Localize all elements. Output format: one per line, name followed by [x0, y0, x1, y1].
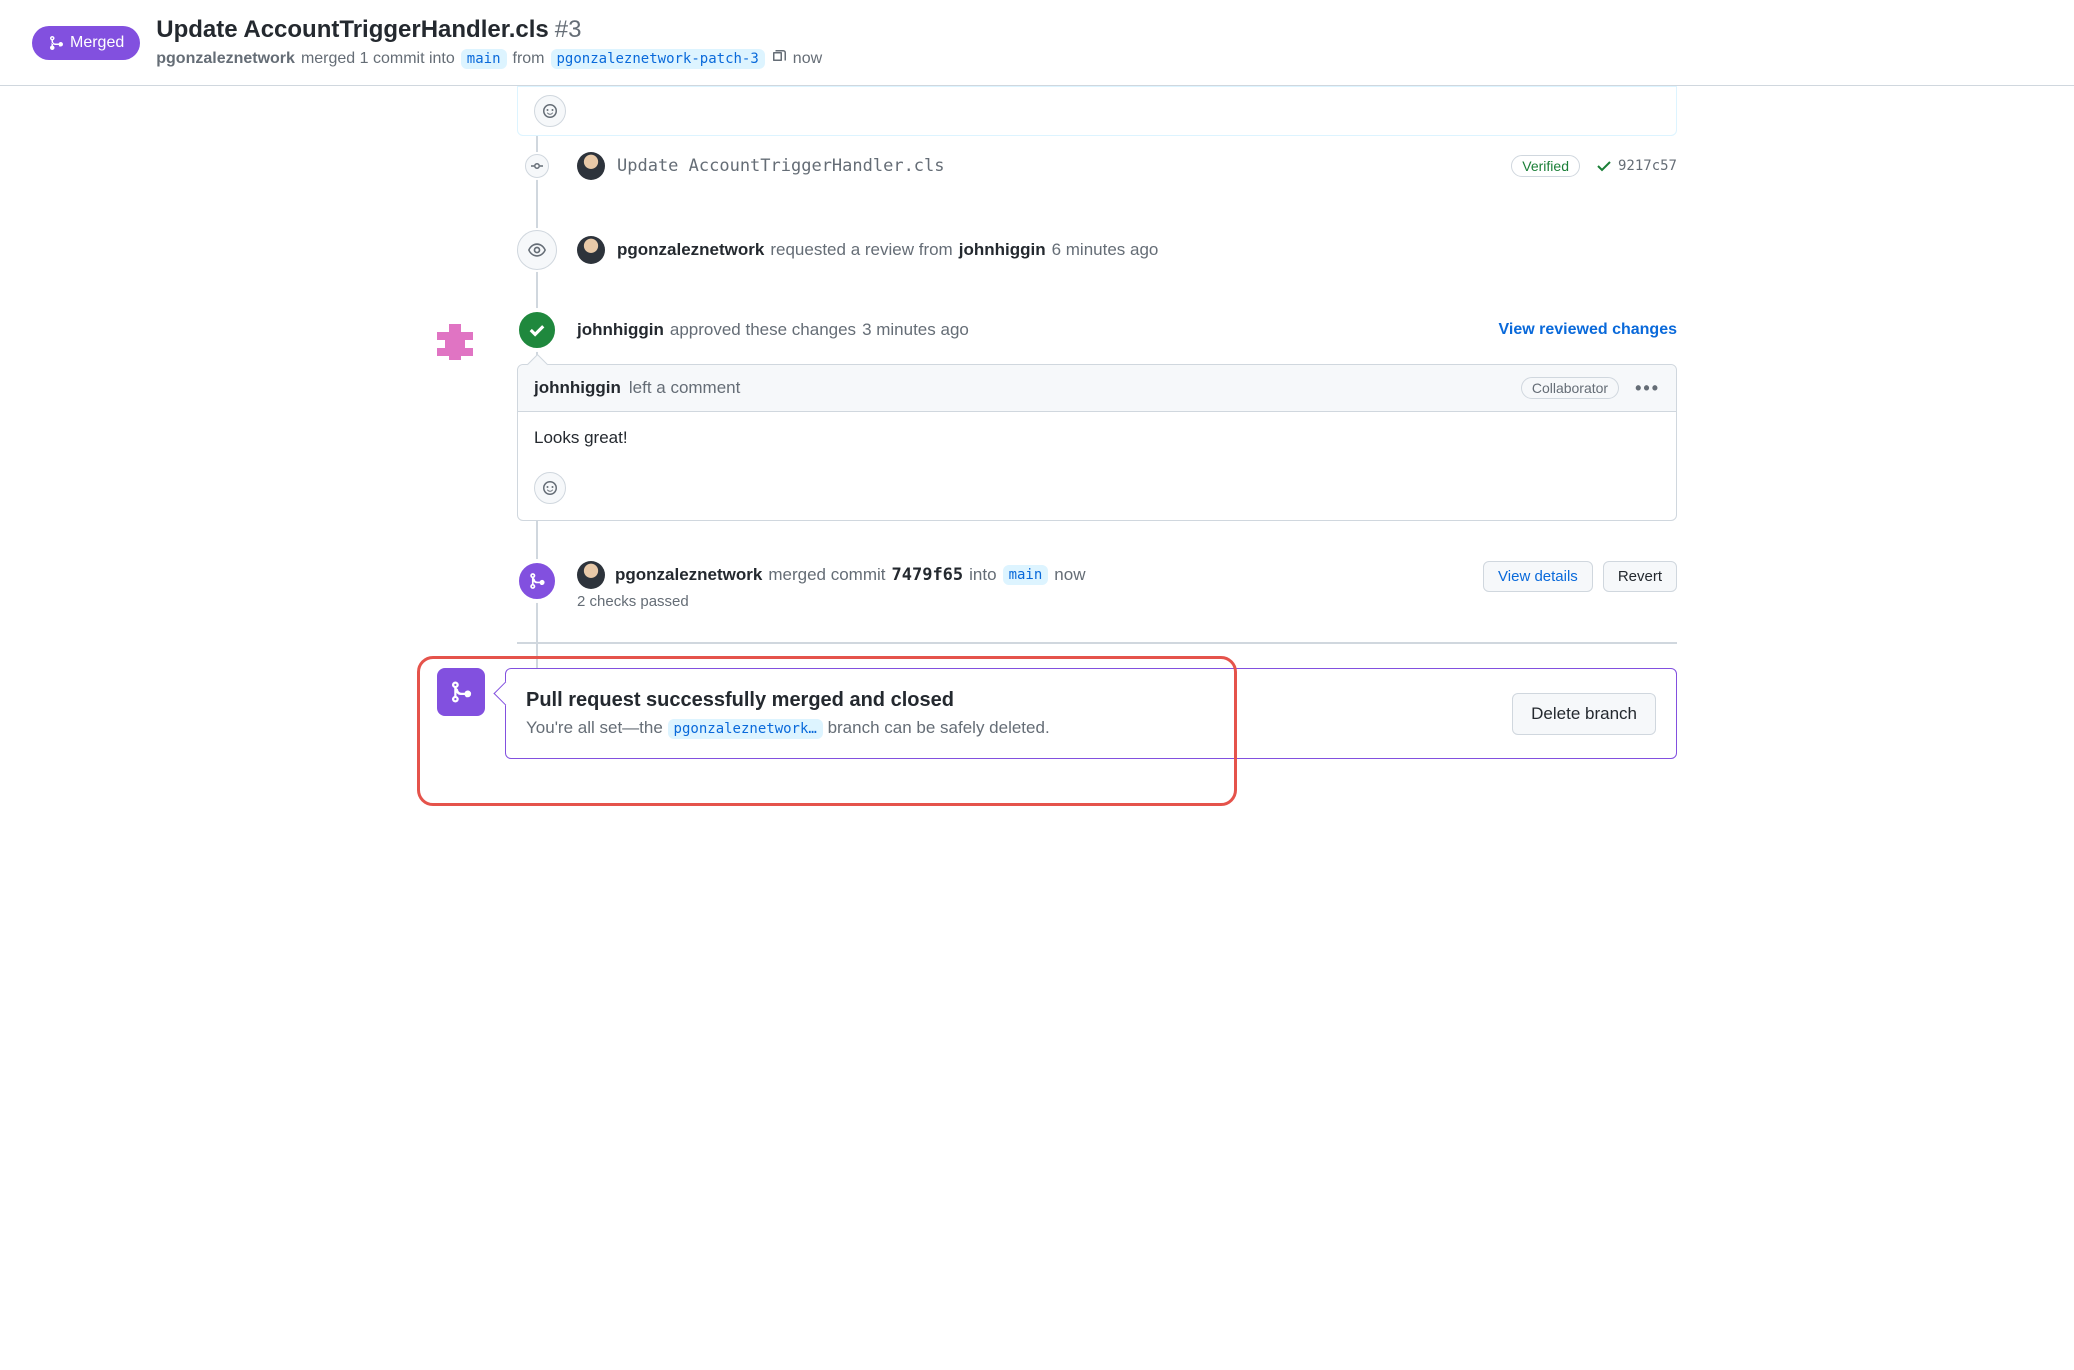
smiley-icon — [542, 103, 558, 119]
pr-title-text[interactable]: Update AccountTriggerHandler.cls — [156, 16, 549, 44]
merge-icon — [449, 680, 473, 704]
add-reaction-button[interactable] — [534, 472, 566, 504]
timeline-merge-event: pgonzaleznetwork merged commit 7479f65 i… — [517, 521, 1677, 626]
merge-sha[interactable]: 7479f65 — [892, 565, 964, 585]
add-reaction-button[interactable] — [534, 95, 566, 127]
collaborator-badge: Collaborator — [1521, 377, 1619, 399]
pr-timeline: Update AccountTriggerHandler.cls Verifie… — [517, 86, 1677, 759]
approval-time: 3 minutes ago — [862, 320, 969, 340]
reviewer-avatar[interactable] — [429, 316, 481, 368]
avatar[interactable] — [577, 236, 605, 264]
merge-icon — [528, 572, 546, 590]
header-text: Update AccountTriggerHandler.cls #3 pgon… — [156, 16, 822, 69]
commit-dot-icon — [525, 154, 549, 178]
success-branch: pgonzaleznetwork… — [668, 719, 823, 739]
timeline-review-request: pgonzaleznetwork requested a review from… — [517, 196, 1677, 304]
kebab-icon[interactable]: ••• — [1635, 378, 1660, 399]
commit-sha-text: 9217c57 — [1618, 158, 1677, 174]
merge-actor[interactable]: pgonzaleznetwork — [615, 565, 762, 585]
merge-badge — [517, 561, 557, 601]
success-banner-wrap: Pull request successfully merged and clo… — [437, 668, 1677, 759]
comment-card: johnhiggin left a comment Collaborator •… — [517, 364, 1677, 521]
approval-text: approved these changes — [670, 320, 856, 340]
merged-commit-text: merged 1 commit into — [301, 50, 455, 68]
delete-branch-button[interactable]: Delete branch — [1512, 693, 1656, 735]
reaction-box-top — [517, 86, 1677, 136]
eye-badge — [517, 230, 557, 270]
merge-branch[interactable]: main — [1003, 565, 1049, 585]
commit-message[interactable]: Update AccountTriggerHandler.cls — [617, 156, 945, 176]
avatar[interactable] — [577, 152, 605, 180]
check-badge — [517, 310, 557, 350]
success-title: Pull request successfully merged and clo… — [526, 689, 1050, 712]
view-details-button[interactable]: View details — [1483, 561, 1593, 592]
review-request-reviewer[interactable]: johnhiggin — [959, 240, 1046, 260]
timeline-divider — [517, 642, 1677, 644]
revert-button[interactable]: Revert — [1603, 561, 1677, 592]
review-request-time: 6 minutes ago — [1052, 240, 1159, 260]
timeline-commit: Update AccountTriggerHandler.cls Verifie… — [517, 136, 1677, 196]
success-banner: Pull request successfully merged and clo… — [505, 668, 1677, 759]
success-icon-badge — [437, 668, 485, 716]
base-branch[interactable]: main — [461, 49, 507, 69]
comment-author[interactable]: johnhiggin — [534, 378, 621, 398]
review-request-actor[interactable]: pgonzaleznetwork — [617, 240, 764, 260]
commit-sha[interactable]: 9217c57 — [1596, 158, 1677, 174]
merge-time: now — [1054, 565, 1085, 585]
verified-badge[interactable]: Verified — [1511, 155, 1580, 177]
review-request-text: requested a review from — [770, 240, 952, 260]
comment-action: left a comment — [629, 378, 741, 398]
copy-icon[interactable] — [771, 48, 787, 69]
comment-body: Looks great! — [518, 412, 1676, 464]
pr-header: Merged Update AccountTriggerHandler.cls … — [0, 0, 2074, 86]
merged-badge: Merged — [32, 26, 140, 60]
timeline-approval: johnhiggin approved these changes 3 minu… — [517, 304, 1677, 356]
avatar[interactable] — [577, 561, 605, 589]
from-text: from — [513, 50, 545, 68]
merged-badge-label: Merged — [70, 34, 124, 52]
approval-actor[interactable]: johnhiggin — [577, 320, 664, 340]
checks-passed[interactable]: 2 checks passed — [577, 593, 1085, 610]
merge-into: into — [969, 565, 996, 585]
pr-number: #3 — [555, 16, 582, 44]
merge-icon — [48, 35, 64, 51]
merge-text: merged commit — [768, 565, 885, 585]
pr-time: now — [793, 50, 822, 68]
head-branch[interactable]: pgonzaleznetwork-patch-3 — [551, 49, 765, 69]
comment-header: johnhiggin left a comment Collaborator •… — [518, 365, 1676, 412]
pr-title: Update AccountTriggerHandler.cls #3 — [156, 16, 822, 44]
smiley-icon — [542, 480, 558, 496]
success-description: You're all set—the pgonzaleznetwork… bra… — [526, 718, 1050, 738]
pr-subtitle: pgonzaleznetwork merged 1 commit into ma… — [156, 48, 822, 69]
check-icon — [527, 320, 547, 340]
eye-icon — [528, 241, 546, 259]
pr-author[interactable]: pgonzaleznetwork — [156, 50, 295, 68]
view-reviewed-changes-link[interactable]: View reviewed changes — [1499, 321, 1677, 339]
comment-footer — [518, 464, 1676, 520]
